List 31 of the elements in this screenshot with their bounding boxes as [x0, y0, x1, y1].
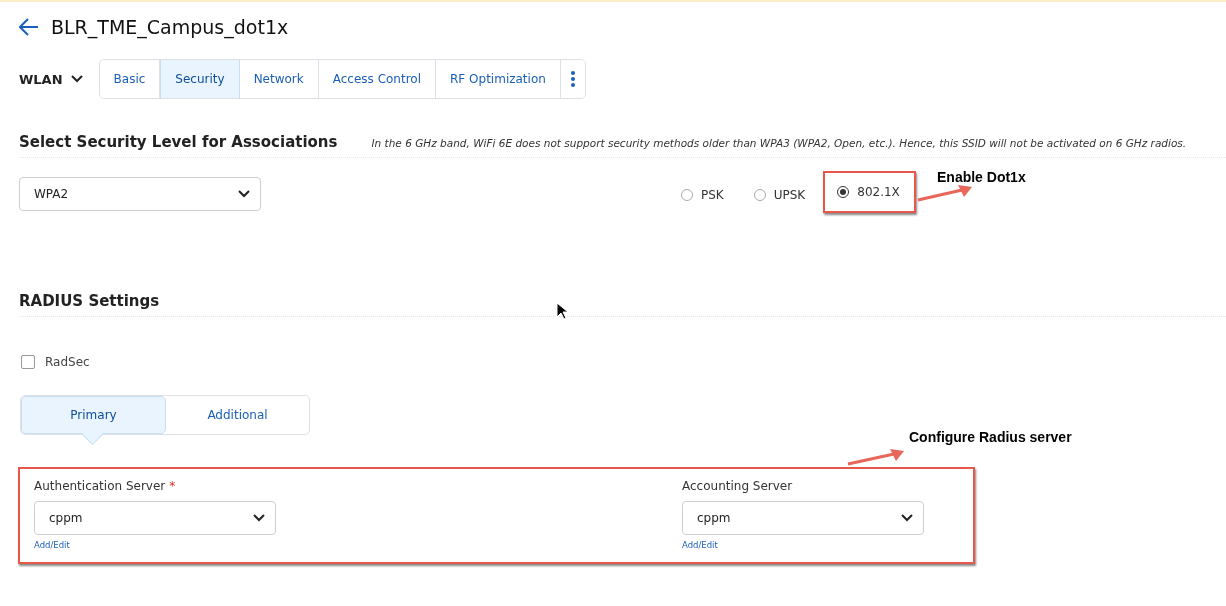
kebab-icon	[570, 71, 575, 87]
field-label: Authentication Server	[34, 479, 166, 493]
field-label: Accounting Server	[682, 479, 793, 493]
arrow	[846, 448, 906, 468]
radio-option[interactable]: 802.1X	[823, 171, 916, 213]
server-select[interactable]: cppm	[34, 501, 276, 535]
chevron-down-icon	[70, 75, 83, 83]
server-select[interactable]: cppm	[682, 501, 924, 535]
wlan-dropdown[interactable]: WLAN	[19, 71, 83, 87]
annotation-text: Enable Dot1x	[937, 169, 1026, 185]
radio-option[interactable]: PSK	[669, 178, 736, 212]
info-note: In the 6 GHz band, WiFi 6E does not support security methods older than WPA3 (WPA2, Open, etc.). Hence, this SSID will not be activated on 6 GHz radios.	[371, 137, 1187, 149]
tab[interactable]: Security	[160, 60, 240, 98]
required-mark: *	[169, 479, 176, 493]
add-edit-link[interactable]: Add/Edit	[34, 540, 276, 550]
back-arrow-icon[interactable]	[19, 18, 39, 36]
chevron-down-icon	[238, 190, 250, 198]
annotation-text: Configure Radius server	[909, 429, 1072, 445]
section-title: RADIUS Settings	[19, 292, 160, 310]
tab[interactable]: Primary	[21, 396, 166, 434]
add-edit-link[interactable]: Add/Edit	[682, 540, 924, 550]
security-level-select[interactable]: WPA2	[19, 177, 261, 211]
cursor-icon	[556, 302, 568, 320]
chevron-down-icon	[253, 514, 265, 522]
chevron-down-icon	[901, 514, 913, 522]
arrow	[916, 184, 974, 204]
page-title: BLR_TME_Campus_dot1x	[51, 16, 289, 38]
radio-option[interactable]: UPSK	[741, 178, 818, 212]
radsec-checkbox[interactable]: RadSec	[21, 355, 90, 369]
tab[interactable]: Basic	[99, 60, 161, 98]
section-title: Select Security Level for Associations	[19, 133, 338, 151]
